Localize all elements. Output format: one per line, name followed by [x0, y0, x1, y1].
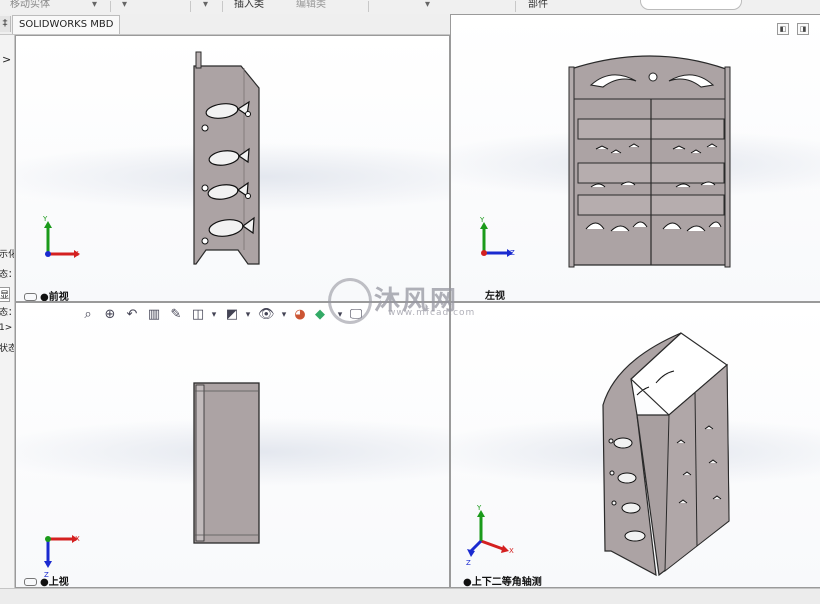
panel-label: 状态	[0, 341, 14, 354]
panel-label[interactable]: 显	[0, 287, 11, 302]
status-bar	[0, 588, 820, 604]
x-axis-label: X	[74, 250, 79, 258]
apply-scene-icon[interactable]: ◆	[312, 305, 328, 325]
view-orientation-icon[interactable]: ◫	[190, 305, 206, 325]
panel-label: 态：	[0, 267, 14, 280]
part-top-view: X Z	[44, 382, 260, 579]
dropdown-arrow-icon[interactable]: ▾	[425, 0, 430, 14]
panel-label: 1>	[0, 323, 13, 333]
viewport-top[interactable]: X Z ●上视	[15, 302, 450, 588]
part-isometric-view: X Y Z	[466, 332, 730, 577]
tab-solidworks-mbd[interactable]: SOLIDWORKS MBD	[12, 15, 121, 34]
coordinate-triad	[44, 535, 78, 568]
watermark-logo-icon	[328, 278, 372, 324]
dropdown-arrow-icon[interactable]: ▾	[122, 0, 127, 14]
viewport-left[interactable]: ◧ ◨ Z Y 左视	[450, 14, 820, 302]
watermark-url: www.mfcad.com	[388, 308, 476, 318]
dropdown-arrow-icon[interactable]: ▾	[92, 0, 97, 14]
pin-icon[interactable]: ‡	[0, 16, 11, 32]
viewport-isometric[interactable]: X Y Z ●上下二等角轴测	[450, 302, 820, 588]
move-body-button[interactable]: 移动实体	[10, 0, 50, 14]
part-front-view: X Y	[42, 51, 260, 265]
dropdown-arrow-icon[interactable]: ▾	[276, 305, 292, 325]
y-axis-label: Y	[476, 504, 482, 512]
z-axis-label: Z	[510, 249, 515, 257]
dropdown-arrow-icon[interactable]: ▾	[206, 305, 222, 325]
view-label-isometric: ●上下二等角轴测	[463, 577, 542, 588]
link-views-icon[interactable]	[24, 293, 37, 301]
watermark: 沐风网 www.mfcad.com	[328, 278, 498, 324]
z-axis-label: Z	[466, 559, 471, 567]
hide-show-items-icon[interactable]: 👁	[258, 305, 275, 325]
panel-label: 示化	[0, 247, 14, 260]
y-axis-label: Y	[479, 216, 485, 224]
panel-label: 态：	[0, 305, 14, 318]
insert-class-button[interactable]: 插入类	[234, 0, 264, 14]
edit-class-button[interactable]: 编辑类	[296, 0, 326, 14]
x-axis-label: X	[509, 547, 514, 555]
edit-appearance-icon[interactable]: ◕	[292, 305, 308, 325]
y-axis-label: Y	[42, 215, 48, 223]
zoom-to-fit-icon[interactable]: ⌕	[80, 305, 96, 325]
feature-manager-panel[interactable]: > 示化 态： 显 态： 1> 状态	[0, 35, 15, 603]
link-views-icon[interactable]	[24, 578, 37, 586]
previous-view-icon[interactable]: ↶	[124, 305, 140, 325]
part-label: 部件	[528, 0, 548, 10]
coordinate-triad	[467, 510, 509, 557]
chevron-right-icon[interactable]: >	[2, 53, 11, 66]
dropdown-arrow-icon[interactable]: ▾	[203, 0, 208, 14]
view-label-top: ●上视	[24, 573, 69, 587]
viewport-front[interactable]: X Y ●前视	[15, 35, 450, 302]
part-left-view: Z Y	[479, 55, 731, 268]
command-manager-strip: 移动实体 ▾ ▾ ▾ 插入类 编辑类 ▾ 部件	[0, 0, 820, 15]
view-label-front: ●前视	[24, 288, 69, 301]
section-view-icon[interactable]: ▥	[146, 305, 162, 325]
dropdown-arrow-icon[interactable]: ▾	[240, 305, 256, 325]
display-style-icon[interactable]: ◩	[224, 305, 240, 325]
x-axis-label: X	[75, 535, 80, 543]
zoom-to-area-icon[interactable]: ⊕	[102, 305, 118, 325]
coordinate-triad	[480, 222, 513, 257]
search-box[interactable]	[640, 0, 742, 10]
dynamic-annotation-icon[interactable]: ✎	[168, 305, 184, 325]
